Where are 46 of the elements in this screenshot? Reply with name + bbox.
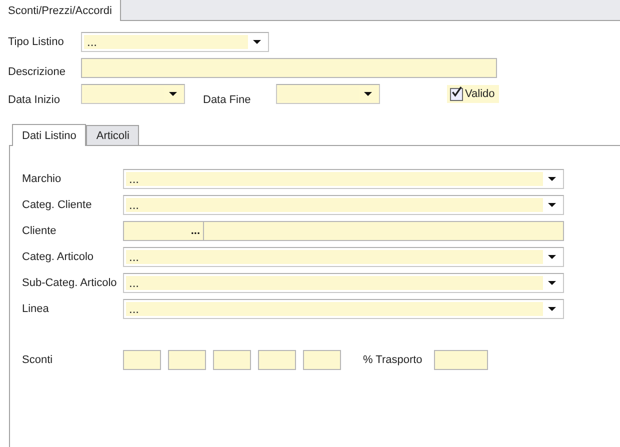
dropdown-arrow-icon[interactable] xyxy=(548,203,556,207)
field-value: ... xyxy=(129,303,140,315)
dropdown-field[interactable]: ... xyxy=(123,169,564,189)
dropdown-field[interactable]: ... xyxy=(123,273,564,293)
dropdown-arrow-icon[interactable] xyxy=(548,307,556,311)
discount-field[interactable] xyxy=(258,350,296,370)
input-field[interactable] xyxy=(204,221,564,241)
dropdown-arrow-icon[interactable] xyxy=(548,255,556,259)
field-label: Sconti xyxy=(22,354,54,366)
field-label: Tipo Listino xyxy=(8,36,65,48)
field-value: ... xyxy=(129,199,140,211)
field-label: Categ. Articolo xyxy=(22,251,95,263)
dropdown-arrow-icon[interactable] xyxy=(253,40,261,44)
field-label: Linea xyxy=(22,303,50,315)
checkmark-icon xyxy=(451,86,462,98)
tab[interactable]: Articoli xyxy=(86,125,140,145)
field-value: ... xyxy=(129,277,140,289)
dropdown-arrow-icon[interactable] xyxy=(169,92,177,96)
field-label: Data Inizio xyxy=(8,94,61,106)
field-label: Data Fine xyxy=(203,94,252,106)
field-label: % Trasporto xyxy=(363,354,424,366)
dropdown-field[interactable]: ... xyxy=(123,299,564,319)
field-label: Categ. Cliente xyxy=(22,199,93,211)
tab[interactable]: Dati Listino xyxy=(12,124,86,146)
field-value: ... xyxy=(87,36,98,48)
field-value: ... xyxy=(129,251,140,263)
field-value: ... xyxy=(129,173,140,185)
field-label: Marchio xyxy=(22,173,62,185)
discount-field[interactable] xyxy=(303,350,341,370)
document-tab[interactable]: Sconti/Prezzi/Accordi xyxy=(0,0,121,21)
tipo-listino-dropdown[interactable]: ... xyxy=(81,32,269,52)
dropdown-arrow-icon[interactable] xyxy=(364,92,372,96)
dropdown-field[interactable]: ... xyxy=(123,247,564,267)
discount-field[interactable] xyxy=(213,350,251,370)
valido-checkbox[interactable]: Valido xyxy=(447,85,499,103)
dropdown-field[interactable]: ... xyxy=(123,195,564,215)
discount-field[interactable] xyxy=(168,350,206,370)
field-label: Cliente xyxy=(22,225,58,237)
descrizione-field[interactable] xyxy=(81,58,497,78)
field-label: Sub-Categ. Articolo xyxy=(22,277,118,289)
discount-field[interactable] xyxy=(123,350,161,370)
lookup-button[interactable]: ... xyxy=(123,221,204,241)
dropdown-arrow-icon[interactable] xyxy=(548,177,556,181)
field-label: Descrizione xyxy=(8,66,66,78)
trasporto-field[interactable] xyxy=(434,350,488,370)
dropdown-arrow-icon[interactable] xyxy=(548,281,556,285)
